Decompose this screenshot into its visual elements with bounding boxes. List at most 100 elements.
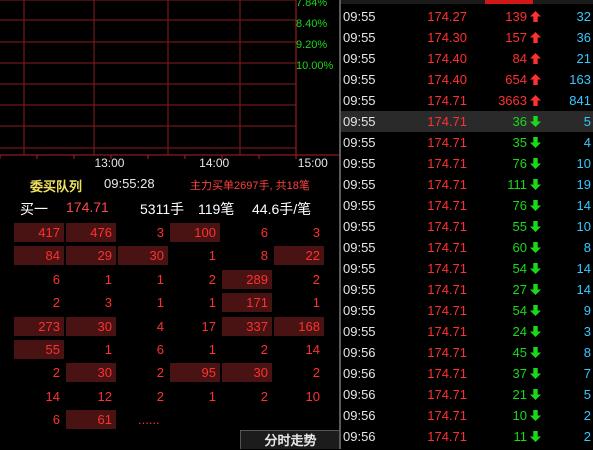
queue-order-cell[interactable]: 1 <box>170 293 220 312</box>
queue-order-cell[interactable]: 14 <box>14 387 64 406</box>
trade-row[interactable]: 09:56 174.71 11 2 <box>341 426 593 447</box>
arrow-down-icon <box>530 200 541 211</box>
queue-order-cell[interactable]: 476 <box>66 223 116 242</box>
queue-order-cell[interactable]: 3 <box>118 223 168 242</box>
queue-order-cell[interactable]: 30 <box>66 363 116 383</box>
queue-order-cell[interactable]: 2 <box>170 270 220 289</box>
intraday-chart[interactable]: 7.84% 8.40% 9.20% 10.00% 13:00 14:00 15:00 <box>0 0 340 175</box>
queue-order-cell[interactable]: 4 <box>118 317 168 336</box>
buy-queue-grid[interactable]: 417 476 3 100 6 3 84 29 30 1 8 22 6 1 1 2 289 2 2 3 1 1 171 1 27… <box>14 222 328 432</box>
queue-order-cell[interactable]: 6 <box>118 340 168 359</box>
queue-order-cell[interactable]: 2 <box>118 387 168 406</box>
queue-order-cell[interactable]: 2 <box>274 363 324 382</box>
buy-one-order-count: 119笔 <box>198 201 235 217</box>
queue-order-cell[interactable]: 29 <box>66 246 116 266</box>
queue-order-cell[interactable]: 2 <box>222 387 272 406</box>
queue-order-cell[interactable]: 417 <box>14 223 64 242</box>
queue-order-cell[interactable]: 1 <box>170 246 220 265</box>
tab-intraday-trend[interactable]: 分时走势 <box>240 430 340 449</box>
queue-order-cell[interactable]: 10 <box>274 387 324 406</box>
queue-order-cell[interactable]: 30 <box>222 363 272 383</box>
queue-order-cell[interactable]: 6 <box>14 410 64 429</box>
queue-order-cell[interactable]: 1 <box>170 387 220 406</box>
queue-order-cell[interactable]: 1 <box>118 270 168 289</box>
queue-order-cell[interactable]: 2 <box>274 270 324 289</box>
trade-row[interactable]: 09:55 174.30 157 36 <box>341 27 593 48</box>
trade-row[interactable]: 09:55 174.71 27 14 <box>341 279 593 300</box>
queue-order-cell[interactable]: 95 <box>170 363 220 383</box>
trade-order-count: 163 <box>569 72 591 87</box>
trade-row[interactable]: 09:55 174.71 54 14 <box>341 258 593 279</box>
trade-row[interactable]: 09:55 174.27 139 32 <box>341 6 593 27</box>
queue-order-cell[interactable]: 6 <box>222 223 272 242</box>
arrow-shape <box>530 347 541 358</box>
trade-row[interactable]: 09:55 174.71 76 10 <box>341 153 593 174</box>
queue-order-cell[interactable]: 273 <box>14 316 64 336</box>
queue-order-cell[interactable]: 337 <box>222 316 272 336</box>
trade-row[interactable]: 09:55 174.71 3663 841 <box>341 90 593 111</box>
arrow-shape <box>530 221 541 232</box>
queue-order-cell[interactable]: 8 <box>222 246 272 265</box>
queue-order-cell[interactable] <box>222 410 272 429</box>
queue-order-cell[interactable]: 12 <box>66 387 116 406</box>
trade-row[interactable]: 09:56 174.71 37 7 <box>341 363 593 384</box>
queue-order-cell[interactable]: 17 <box>170 317 220 336</box>
trade-time: 09:55 <box>343 240 376 255</box>
queue-order-cell[interactable] <box>274 410 324 429</box>
trade-volume: 76 <box>512 156 527 171</box>
queue-order-cell[interactable]: 3 <box>66 293 116 312</box>
trade-row[interactable]: 09:55 174.71 54 9 <box>341 300 593 321</box>
queue-order-cell[interactable]: 2 <box>14 293 64 312</box>
tick-trades-panel[interactable]: 09:55 174.27 139 32 09:55 174.30 157 36 09:55 174… <box>341 0 593 449</box>
trade-price: 174.71 <box>427 240 467 255</box>
trade-row[interactable]: 09:55 174.71 60 8 <box>341 237 593 258</box>
trade-row[interactable]: 09:55 174.40 654 163 <box>341 69 593 90</box>
trade-row[interactable]: 09:55 174.71 111 19 <box>341 174 593 195</box>
arrow-shape <box>530 200 541 211</box>
trade-row[interactable]: 09:55 174.71 24 3 <box>341 321 593 342</box>
queue-order-cell[interactable]: 84 <box>14 246 64 266</box>
queue-order-cell[interactable]: 30 <box>118 246 168 266</box>
trade-row-selected[interactable]: 09:55 174.71 36 5 <box>341 111 593 132</box>
queue-order-cell[interactable] <box>170 410 220 429</box>
queue-order-cell[interactable]: 2 <box>14 363 64 382</box>
queue-order-cell[interactable]: 100 <box>170 223 220 242</box>
trade-price: 174.71 <box>427 156 467 171</box>
trade-row[interactable]: 09:55 174.40 84 21 <box>341 48 593 69</box>
queue-order-cell[interactable]: 55 <box>14 340 64 359</box>
trade-row[interactable]: 09:56 174.71 45 8 <box>341 342 593 363</box>
trade-row[interactable]: 09:56 174.71 10 2 <box>341 405 593 426</box>
arrow-shape <box>530 242 541 253</box>
queue-order-cell[interactable]: 168 <box>274 316 324 336</box>
queue-order-cell[interactable]: 1 <box>170 340 220 359</box>
trade-price: 174.71 <box>427 93 467 108</box>
trade-row[interactable]: 09:55 174.71 55 10 <box>341 216 593 237</box>
queue-order-cell[interactable]: 289 <box>222 269 272 289</box>
queue-order-cell[interactable]: ...... <box>118 410 168 429</box>
queue-order-cell[interactable]: 61 <box>66 410 116 430</box>
queue-order-cell[interactable]: 171 <box>222 293 272 313</box>
arrow-shape <box>530 389 541 400</box>
queue-order-cell[interactable]: 3 <box>274 223 324 242</box>
trade-time: 09:55 <box>343 72 376 87</box>
trade-row[interactable]: 09:55 174.71 76 14 <box>341 195 593 216</box>
queue-order-cell[interactable]: 1 <box>118 293 168 312</box>
queue-order-cell[interactable]: 1 <box>274 293 324 312</box>
queue-order-cell[interactable]: 6 <box>14 270 64 289</box>
queue-order-cell[interactable]: 22 <box>274 246 324 266</box>
queue-order-cell[interactable]: 30 <box>66 316 116 336</box>
trade-order-count: 5 <box>583 114 591 129</box>
queue-order-cell[interactable]: 14 <box>274 340 324 359</box>
trade-row[interactable]: 09:55 174.71 35 4 <box>341 132 593 153</box>
queue-order-cell[interactable]: 1 <box>66 340 116 359</box>
queue-order-cell[interactable]: 2 <box>222 340 272 359</box>
arrow-down-icon <box>530 158 541 169</box>
trade-volume: 55 <box>512 219 527 234</box>
trade-price: 174.71 <box>427 303 467 318</box>
queue-order-cell[interactable]: 2 <box>118 363 168 382</box>
queue-row: 55 1 6 1 2 14 <box>14 339 328 360</box>
arrow-shape <box>530 263 541 274</box>
queue-order-cell[interactable]: 1 <box>66 270 116 289</box>
trade-row[interactable]: 09:56 174.71 21 5 <box>341 384 593 405</box>
trade-order-count: 841 <box>569 93 591 108</box>
